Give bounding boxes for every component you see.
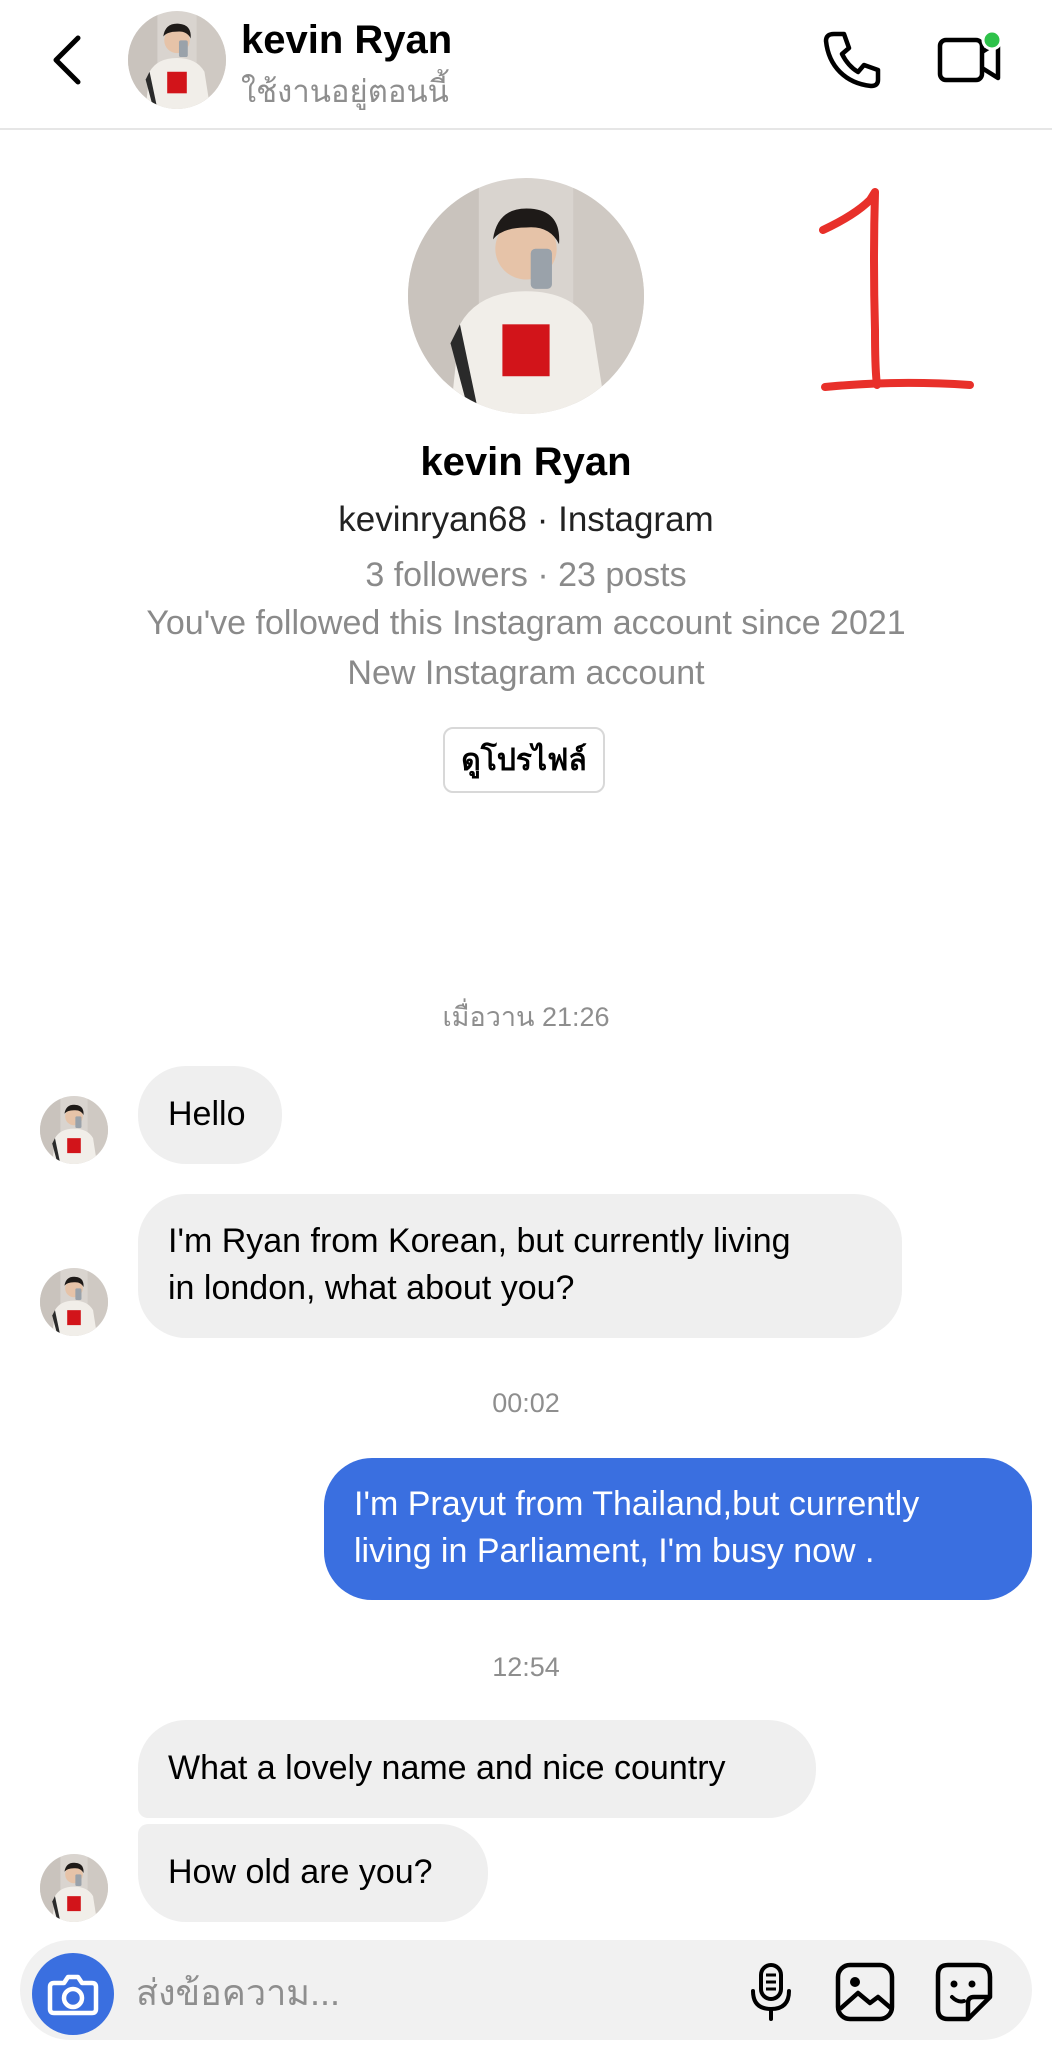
voice-message-button[interactable] <box>736 1957 806 2027</box>
message-text: Hello <box>168 1095 246 1133</box>
profile-name: kevin Ryan <box>420 440 632 484</box>
message-text: I'm Prayut from Thailand,but currently <box>354 1485 920 1523</box>
timestamp: 12:54 <box>492 1652 560 1682</box>
account-note: New Instagram account <box>347 654 705 692</box>
gallery-icon <box>835 1962 895 2022</box>
active-status: ใช้งานอยู่ตอนนี้ <box>241 74 449 109</box>
view-profile-button[interactable]: ดูโปรไฟล์ <box>443 727 605 793</box>
camera-button[interactable] <box>32 1953 114 2035</box>
video-call-button[interactable] <box>934 22 1006 94</box>
sender-avatar[interactable] <box>40 1854 108 1922</box>
online-dot <box>981 29 1003 51</box>
incoming-message[interactable]: What a lovely name and nice country <box>138 1720 816 1818</box>
message-text: I'm Ryan from Korean, but currently livi… <box>168 1222 791 1260</box>
microphone-icon <box>751 1963 791 2021</box>
camera-icon <box>47 1974 99 2016</box>
phone-icon <box>823 31 881 89</box>
followed-since: You've followed this Instagram account s… <box>146 604 906 642</box>
message-text: in london, what about you? <box>168 1269 575 1307</box>
message-input[interactable] <box>134 1960 718 2026</box>
sticker-icon <box>935 1962 993 2022</box>
sender-avatar[interactable] <box>40 1268 108 1336</box>
message-text: What a lovely name and nice country <box>168 1749 726 1787</box>
message-text: How old are you? <box>168 1853 433 1891</box>
incoming-message[interactable]: How old are you? <box>138 1824 488 1922</box>
profile-avatar[interactable] <box>408 178 644 414</box>
timestamp: 00:02 <box>492 1388 560 1418</box>
incoming-message[interactable]: Hello <box>138 1066 282 1164</box>
outgoing-message[interactable]: I'm Prayut from Thailand,but currently l… <box>324 1458 1032 1600</box>
handwritten-annotation <box>819 188 974 391</box>
call-button[interactable] <box>816 24 888 96</box>
timestamp: เมื่อวาน 21:26 <box>442 1002 610 1032</box>
chat-header: kevin Ryan ใช้งานอยู่ตอนนี้ <box>0 0 1052 130</box>
profile-stats: 3 followers · 23 posts <box>365 556 687 594</box>
sticker-button[interactable] <box>928 1957 998 2027</box>
video-icon <box>937 29 1003 83</box>
header-avatar[interactable] <box>128 11 226 109</box>
incoming-message[interactable]: I'm Ryan from Korean, but currently livi… <box>138 1194 902 1338</box>
gallery-button[interactable] <box>830 1957 900 2027</box>
profile-handle: kevinryan68 · Instagram <box>338 500 714 539</box>
sender-avatar[interactable] <box>40 1096 108 1164</box>
contact-name[interactable]: kevin Ryan <box>241 18 452 63</box>
message-text: living in Parliament, I'm busy now . <box>354 1532 875 1570</box>
back-button[interactable] <box>40 30 100 90</box>
back-icon <box>53 35 81 85</box>
